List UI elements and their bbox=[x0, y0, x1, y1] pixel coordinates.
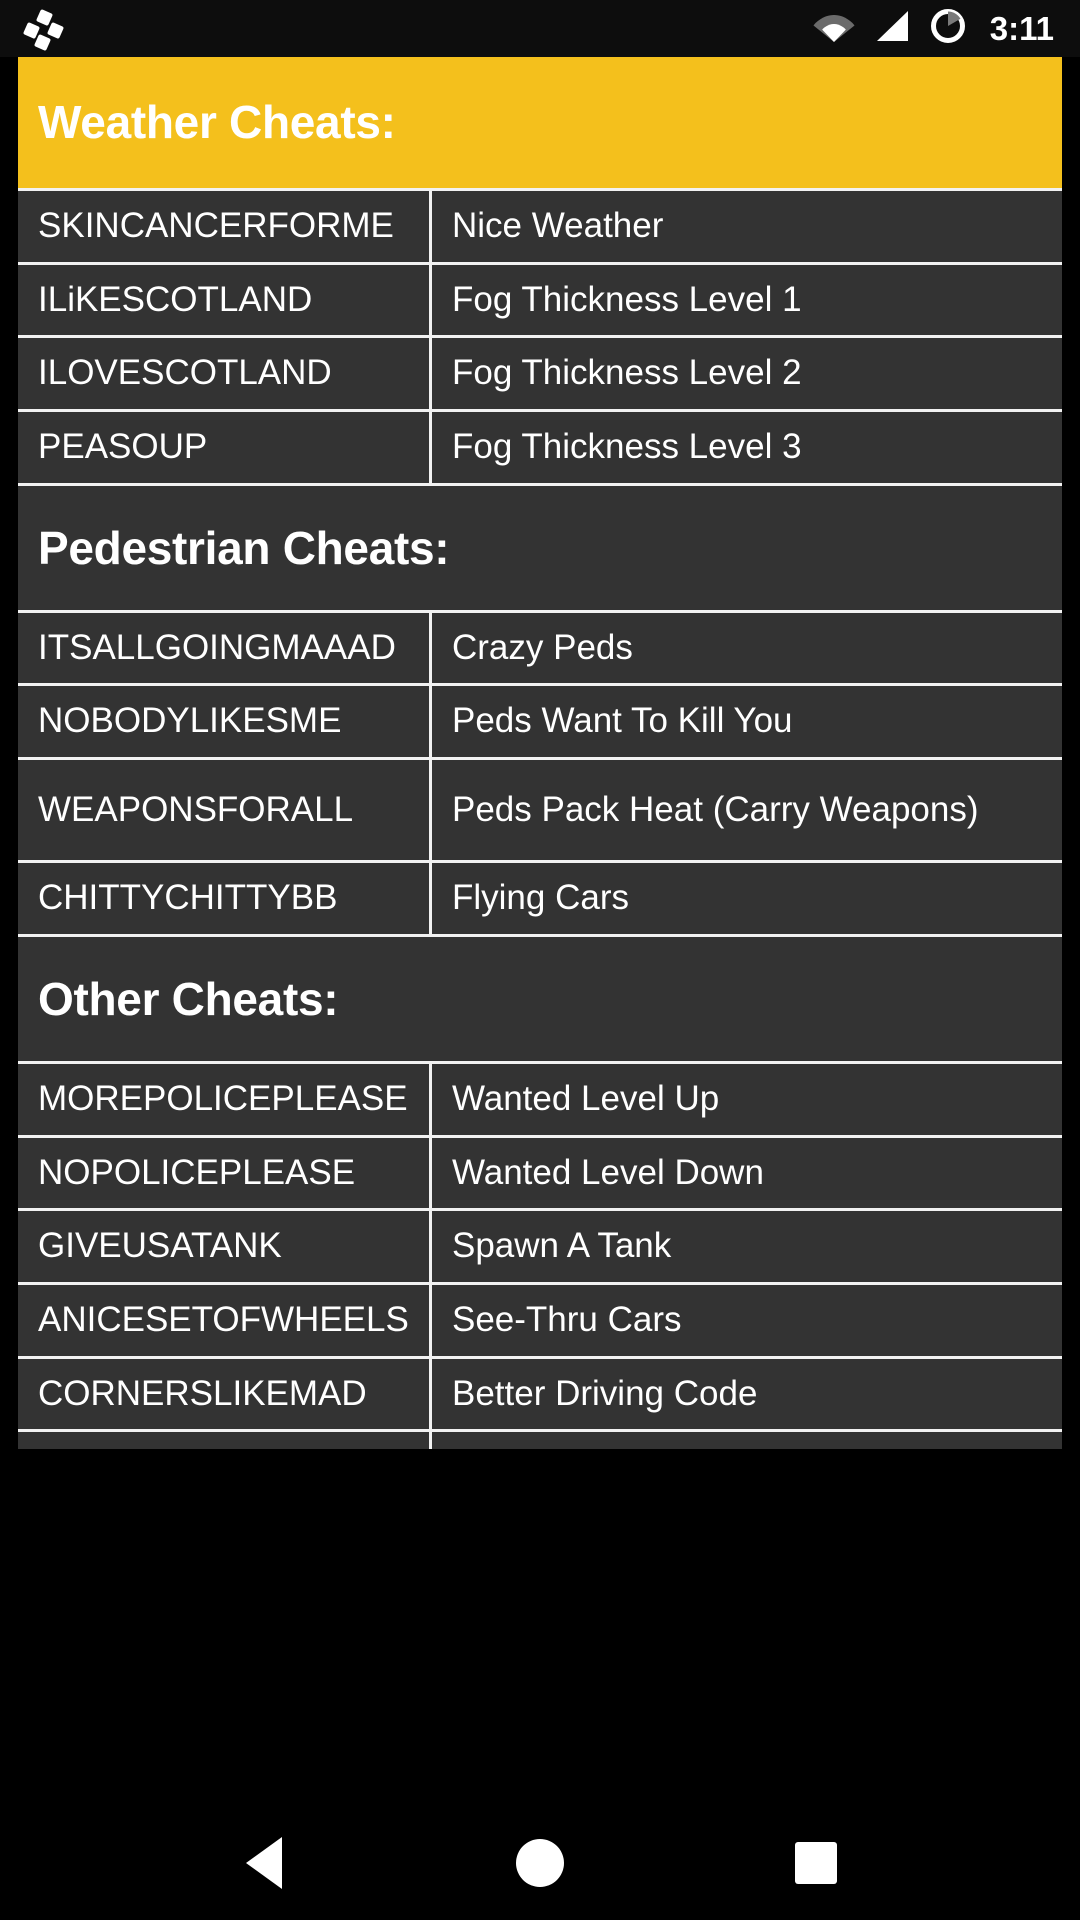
table-row[interactable]: ILOVESCOTLAND Fog Thickness Level 2 bbox=[18, 338, 1062, 413]
table-row[interactable]: ILiKESCOTLAND Fog Thickness Level 1 bbox=[18, 264, 1062, 339]
status-bar: 3:11 bbox=[0, 0, 1080, 57]
section-header: Other Cheats: bbox=[18, 936, 1062, 1064]
table-row[interactable]: GIVEUSATANK Spawn A Tank bbox=[18, 1211, 1062, 1285]
nav-back-button[interactable] bbox=[231, 1830, 297, 1896]
cheat-code-cell: TIMEFLIESWHENYOU bbox=[18, 1432, 432, 1449]
nav-home-button[interactable] bbox=[507, 1830, 573, 1896]
table-row[interactable]: PEASOUP Fog Thickness Level 3 bbox=[18, 412, 1062, 486]
cheat-code-cell: CHITTYCHITTYBB bbox=[18, 863, 432, 934]
section-header: Pedestrian Cheats: bbox=[18, 485, 1062, 613]
wifi-icon bbox=[813, 10, 855, 47]
cheat-code-cell: CORNERSLIKEMAD bbox=[18, 1358, 432, 1430]
table-row[interactable]: NOPOLICEPLEASE Wanted Level Down bbox=[18, 1137, 1062, 1212]
cell-signal-icon bbox=[874, 10, 910, 47]
home-circle-icon bbox=[516, 1839, 564, 1887]
diamond-cluster-icon bbox=[22, 8, 65, 51]
table-row[interactable]: ANICESETOFWHEELS See-Thru Cars bbox=[18, 1284, 1062, 1359]
recents-square-icon bbox=[795, 1842, 837, 1884]
cheat-code-cell: ITSALLGOINGMAAAD bbox=[18, 612, 432, 684]
cheat-code-cell: WEAPONSFORALL bbox=[18, 760, 432, 861]
table-row[interactable]: WEAPONSFORALL Peds Pack Heat (Carry Weapo… bbox=[18, 760, 1062, 864]
cheat-effect-cell: Peds Pack Heat (Carry Weapons) bbox=[452, 789, 979, 829]
table-row[interactable]: CHITTYCHITTYBB Flying Cars bbox=[18, 863, 1062, 937]
table-row[interactable]: TIMEFLIESWHENYOUFast Gameplay bbox=[18, 1432, 1062, 1449]
cheats-list: Weather Cheats: SKINCANCERFORME Nice Weath… bbox=[18, 57, 1062, 1449]
cheat-code-cell: NOBODYLIKESME bbox=[18, 686, 432, 758]
cheat-code-cell: GIVEUSATANK bbox=[18, 1211, 432, 1282]
cheat-effect-cell: Fog Thickness Level 3 bbox=[452, 427, 802, 467]
table-row[interactable]: MOREPOLICEPLEASE Wanted Level Up bbox=[18, 1063, 1062, 1138]
cheat-effect-cell: Fast Gameplay bbox=[432, 1432, 1062, 1449]
status-bar-clock: 3:11 bbox=[989, 10, 1054, 47]
cheat-code-cell: ANICESETOFWHEELS bbox=[18, 1284, 432, 1356]
cheat-code-cell: PEASOUP bbox=[18, 412, 432, 483]
cheat-effect-cell: Wanted Level Up bbox=[452, 1078, 720, 1118]
back-triangle-icon bbox=[246, 1837, 282, 1889]
battery-circle-icon bbox=[929, 7, 967, 50]
cheat-effect-cell: Fog Thickness Level 1 bbox=[452, 279, 802, 319]
cheat-effect-cell: See-Thru Cars bbox=[452, 1299, 682, 1339]
cheat-effect-cell: Fog Thickness Level 2 bbox=[452, 353, 802, 393]
cheat-effect-cell: Better Driving Code bbox=[452, 1373, 758, 1413]
cheat-effect-cell: Spawn A Tank bbox=[452, 1226, 672, 1266]
table-row[interactable]: CORNERSLIKEMAD Better Driving Code bbox=[18, 1358, 1062, 1433]
table-row[interactable]: SKINCANCERFORME Nice Weather bbox=[18, 188, 1062, 265]
table-row[interactable]: ITSALLGOINGMAAAD Crazy Peds bbox=[18, 612, 1062, 687]
status-bar-notifications bbox=[22, 8, 65, 51]
cheat-effect-cell: Crazy Peds bbox=[452, 627, 633, 667]
section-header: Weather Cheats: bbox=[18, 57, 1062, 188]
cheats-scroll-area[interactable]: Weather Cheats: SKINCANCERFORME Nice Weath… bbox=[0, 57, 1080, 1449]
cheat-code-cell: MOREPOLICEPLEASE bbox=[18, 1063, 432, 1135]
section-title: Weather Cheats: bbox=[38, 96, 396, 149]
section-title: Pedestrian Cheats: bbox=[38, 521, 450, 574]
section-title: Other Cheats: bbox=[38, 972, 339, 1025]
android-navigation-bar bbox=[0, 1806, 1080, 1920]
cheat-code-cell: NOPOLICEPLEASE bbox=[18, 1137, 432, 1209]
cheat-effect-cell: Nice Weather bbox=[452, 206, 664, 245]
status-bar-system-icons: 3:11 bbox=[813, 7, 1054, 50]
cheat-effect-cell: Flying Cars bbox=[452, 878, 629, 918]
cheat-effect-cell: Wanted Level Down bbox=[452, 1152, 764, 1192]
cheat-code-cell: ILOVESCOTLAND bbox=[18, 338, 432, 410]
phone-screen: 3:11 Weather Cheats: SKINCANCERFORME Nice … bbox=[0, 0, 1080, 1920]
nav-recents-button[interactable] bbox=[783, 1830, 849, 1896]
cheat-code-cell: SKINCANCERFORME bbox=[18, 191, 432, 262]
cheat-effect-cell: Peds Want To Kill You bbox=[452, 701, 793, 741]
table-row[interactable]: NOBODYLIKESME Peds Want To Kill You bbox=[18, 686, 1062, 761]
cheat-code-cell: ILiKESCOTLAND bbox=[18, 264, 432, 336]
